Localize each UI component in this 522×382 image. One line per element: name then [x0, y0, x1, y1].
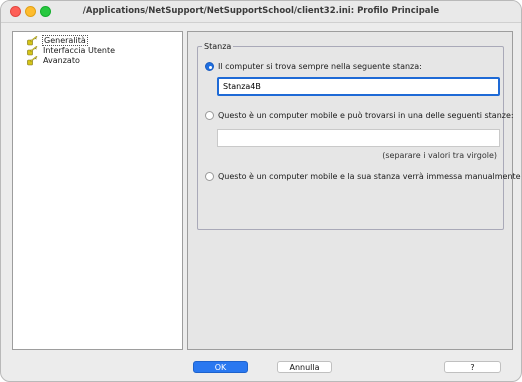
- radio-label: Questo è un computer mobile e la sua sta…: [218, 172, 521, 181]
- settings-tree: Generalità Interfaccia Utente Avanzato: [12, 31, 183, 350]
- help-button[interactable]: ?: [444, 361, 501, 373]
- settings-panel: Stanza Il computer si trova sempre nella…: [187, 31, 521, 350]
- settings-window: /Applications/NetSupport/NetSupportSchoo…: [0, 0, 522, 382]
- separator-hint: (separare i valori tra virgole): [382, 151, 497, 160]
- settings-key-icon: [27, 46, 38, 56]
- settings-key-icon: [27, 36, 38, 46]
- radio-label: Questo è un computer mobile e può trovar…: [218, 111, 514, 120]
- radio-button[interactable]: [205, 111, 214, 120]
- tree-item-label: Avanzato: [43, 56, 80, 65]
- settings-key-icon: [27, 56, 38, 66]
- radio-label: Il computer si trova sempre nella seguen…: [218, 62, 422, 71]
- ok-button[interactable]: OK: [193, 361, 248, 373]
- radio-button[interactable]: [205, 62, 214, 71]
- mobile-rooms-input[interactable]: [217, 129, 500, 147]
- window-title: /Applications/NetSupport/NetSupportSchoo…: [82, 6, 440, 16]
- group-title: Stanza: [202, 42, 234, 51]
- room-groupbox: Stanza Il computer si trova sempre nella…: [197, 42, 521, 230]
- radio-button[interactable]: [205, 172, 214, 181]
- title-bar[interactable]: /Applications/NetSupport/NetSupportSchoo…: [1, 1, 521, 23]
- cancel-button[interactable]: Annulla: [277, 361, 332, 373]
- fixed-room-input[interactable]: [217, 77, 500, 96]
